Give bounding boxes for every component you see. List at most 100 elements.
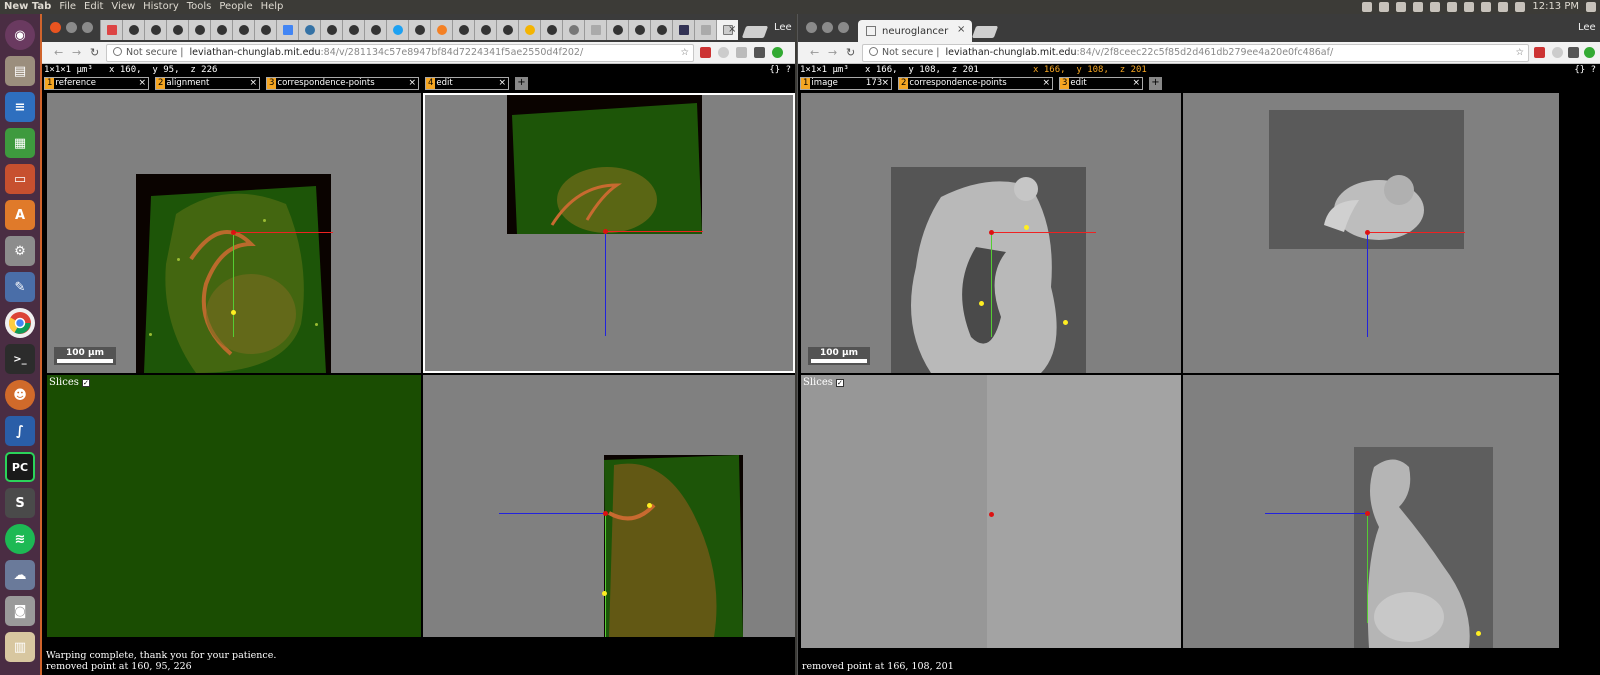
tab-close-button[interactable]: ×: [957, 24, 965, 35]
tab-github[interactable]: [364, 20, 386, 40]
tab-close-button[interactable]: ×: [728, 24, 736, 35]
settings-icon[interactable]: ⚙: [5, 236, 35, 266]
keyboard-layout-icon[interactable]: [1464, 2, 1475, 12]
layer-correspondence-points[interactable]: 2 correspondence-points ×: [898, 77, 1053, 90]
layer-edit[interactable]: 3 edit ×: [1059, 77, 1143, 90]
slices-checkbox[interactable]: ✓: [81, 378, 90, 387]
annotation-point-red[interactable]: [1365, 511, 1370, 516]
tab-github[interactable]: [650, 20, 672, 40]
layer-close-icon[interactable]: ×: [1042, 78, 1050, 89]
network-icon[interactable]: [1362, 2, 1373, 12]
menu-edit[interactable]: Edit: [84, 0, 103, 14]
pycharm-icon[interactable]: PC: [5, 452, 35, 482]
forward-button[interactable]: →: [72, 46, 81, 59]
spotify-icon[interactable]: ≋: [5, 524, 35, 554]
dropbox2-icon[interactable]: [1447, 2, 1458, 12]
layer-alignment[interactable]: 2 alignment ×: [155, 77, 260, 90]
tab-github[interactable]: [166, 20, 188, 40]
annotation-point-red[interactable]: [989, 230, 994, 235]
back-button[interactable]: ←: [54, 46, 63, 59]
tab-github[interactable]: [606, 20, 628, 40]
tab-github[interactable]: [408, 20, 430, 40]
annotation-point-yellow[interactable]: [602, 591, 607, 596]
tab-github[interactable]: [342, 20, 364, 40]
slices-toggle[interactable]: Slices ✓: [803, 377, 844, 388]
upload-icon[interactable]: [1430, 2, 1441, 12]
tab-github[interactable]: [452, 20, 474, 40]
annotation-point-red[interactable]: [603, 229, 608, 234]
new-tab-button[interactable]: [971, 26, 999, 38]
software-center-icon[interactable]: A: [5, 200, 35, 230]
add-layer-button[interactable]: +: [1149, 77, 1162, 90]
mail-icon[interactable]: [1498, 2, 1509, 12]
tab-github[interactable]: [232, 20, 254, 40]
new-tab-button[interactable]: [741, 26, 769, 38]
yz-panel[interactable]: [1183, 375, 1559, 648]
state-help-buttons[interactable]: {} ?: [1574, 65, 1596, 75]
tab-docs[interactable]: [276, 20, 298, 40]
extension-icon[interactable]: [754, 47, 765, 58]
forward-button[interactable]: →: [828, 46, 837, 59]
profile-button[interactable]: Lee: [1578, 22, 1596, 33]
calc-icon[interactable]: ▦: [5, 128, 35, 158]
annotation-point-yellow[interactable]: [1476, 631, 1481, 636]
extension-icon[interactable]: [1584, 47, 1595, 58]
menu-tools[interactable]: Tools: [187, 0, 212, 14]
terminal-icon[interactable]: >_: [5, 344, 35, 374]
window-close-button[interactable]: [50, 22, 61, 33]
layer-reference[interactable]: 1 reference ×: [44, 77, 149, 90]
tab-bird[interactable]: [386, 20, 408, 40]
annotation-point[interactable]: [315, 323, 318, 326]
tab-window[interactable]: [672, 20, 694, 40]
slices-checkbox[interactable]: ✓: [835, 378, 844, 387]
xy-panel[interactable]: 100 µm: [47, 93, 421, 373]
slices-toggle[interactable]: Slices ✓: [49, 377, 90, 388]
tab-github[interactable]: [144, 20, 166, 40]
window-minimize-button[interactable]: [822, 22, 833, 33]
annotation-point-red[interactable]: [603, 511, 608, 516]
xy-panel[interactable]: 100 µm: [801, 93, 1181, 373]
fiji-icon[interactable]: ∫: [5, 416, 35, 446]
annotation-point-red[interactable]: [1365, 230, 1370, 235]
screenshot-icon[interactable]: ◙: [5, 596, 35, 626]
tab-github[interactable]: [320, 20, 342, 40]
layer-correspondence-points[interactable]: 3 correspondence-points ×: [266, 77, 419, 90]
files-icon[interactable]: ▤: [5, 56, 35, 86]
layer-edit[interactable]: 4 edit ×: [425, 77, 509, 90]
tab-github[interactable]: [496, 20, 518, 40]
tab-python[interactable]: [298, 20, 320, 40]
annotation-point-yellow[interactable]: [231, 310, 236, 315]
layer-close-icon[interactable]: ×: [408, 78, 416, 89]
extension-icon[interactable]: [718, 47, 729, 58]
tab-drive[interactable]: [518, 20, 540, 40]
annotation-point-yellow[interactable]: [1024, 225, 1029, 230]
chrome-icon[interactable]: [5, 308, 35, 338]
bookmark-star-icon[interactable]: ☆: [680, 45, 689, 61]
back-button[interactable]: ←: [810, 46, 819, 59]
layer-close-icon[interactable]: ×: [138, 78, 146, 89]
position-coords[interactable]: x 166, y 108, z 201: [865, 65, 979, 75]
tab-github[interactable]: [628, 20, 650, 40]
power-gear-icon[interactable]: [1586, 2, 1596, 12]
extension-icon[interactable]: [700, 47, 711, 58]
layer-close-icon[interactable]: ×: [1132, 78, 1140, 89]
tab-neuroglancer[interactable]: neuroglancer: [858, 20, 972, 42]
tab-github[interactable]: [474, 20, 496, 40]
tab-doc[interactable]: [584, 20, 606, 40]
annotation-point-yellow[interactable]: [979, 301, 984, 306]
extension-icon[interactable]: [1552, 47, 1563, 58]
tab-loading[interactable]: [562, 20, 584, 40]
dropbox-icon[interactable]: [1396, 2, 1407, 12]
window-minimize-button[interactable]: [66, 22, 77, 33]
sublime-icon[interactable]: S: [5, 488, 35, 518]
tab-gmail[interactable]: [100, 20, 122, 40]
tab-github[interactable]: [210, 20, 232, 40]
menu-people[interactable]: People: [219, 0, 252, 14]
3d-panel[interactable]: Slices ✓: [47, 375, 421, 637]
menu-help[interactable]: Help: [261, 0, 284, 14]
address-bar[interactable]: Not secure | leviathan-chunglab.mit.edu:…: [862, 44, 1529, 62]
layer-image[interactable]: 1 image 173 ×: [800, 77, 892, 90]
text-editor-icon[interactable]: ✎: [5, 272, 35, 302]
add-layer-button[interactable]: +: [515, 77, 528, 90]
tab-doc[interactable]: [694, 20, 716, 40]
